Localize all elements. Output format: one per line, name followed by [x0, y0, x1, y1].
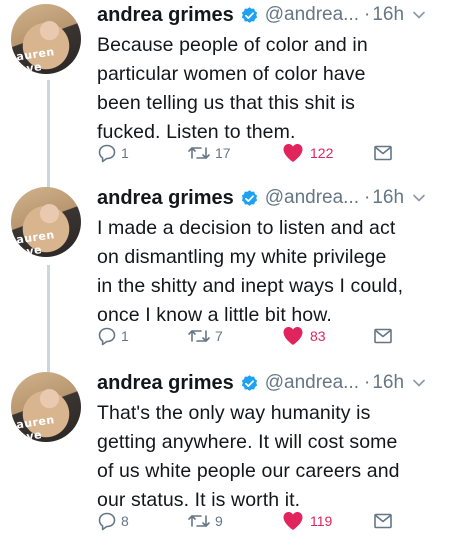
- reply-icon: [98, 144, 116, 163]
- tweet[interactable]: auren uve andrea grimes @andrea... · 16h…: [0, 0, 462, 184]
- like-button[interactable]: 119: [282, 510, 332, 532]
- tweet-timestamp[interactable]: 16h: [372, 187, 404, 209]
- like-button[interactable]: 83: [282, 325, 326, 347]
- direct-message-button[interactable]: [373, 142, 393, 164]
- reply-count: 8: [121, 513, 129, 529]
- reply-button[interactable]: 8: [97, 510, 129, 532]
- avatar-shirt-text: auren uve: [15, 228, 56, 257]
- author-name[interactable]: andrea grimes: [97, 372, 234, 395]
- direct-message-button[interactable]: [373, 325, 393, 347]
- tweet-text: That's the only way humanity is getting …: [97, 402, 400, 511]
- verified-badge-icon: [241, 6, 257, 23]
- separator-dot: ·: [364, 4, 371, 25]
- avatar-shirt-text: auren uve: [15, 413, 56, 442]
- chevron-down-icon[interactable]: [412, 376, 426, 390]
- avatar[interactable]: auren uve: [11, 187, 81, 257]
- verified-badge-icon: [241, 189, 257, 206]
- like-count: 83: [310, 328, 326, 344]
- reply-button[interactable]: 1: [97, 142, 129, 164]
- tweet-header: andrea grimes @andrea... · 16h: [97, 368, 426, 398]
- direct-message-button[interactable]: [373, 510, 393, 532]
- reply-button[interactable]: 1: [97, 325, 129, 347]
- tweet-text: I made a decision to listen and act on d…: [97, 217, 404, 326]
- retweet-button[interactable]: 17: [187, 142, 231, 164]
- reply-icon: [98, 327, 116, 346]
- heart-icon: [283, 512, 303, 530]
- separator-dot: ·: [364, 372, 371, 393]
- direct-message-icon: [374, 513, 392, 529]
- retweet-icon: [188, 330, 210, 342]
- retweet-button[interactable]: 7: [187, 325, 223, 347]
- direct-message-icon: [374, 328, 392, 344]
- retweet-button[interactable]: 9: [187, 510, 223, 532]
- tweet-header: andrea grimes @andrea... · 16h: [97, 0, 426, 30]
- separator-dot: ·: [364, 187, 371, 208]
- tweet[interactable]: auren uve andrea grimes @andrea... · 16h…: [0, 368, 462, 552]
- retweet-count: 17: [215, 145, 231, 161]
- avatar[interactable]: auren uve: [11, 4, 81, 74]
- reply-count: 1: [121, 145, 129, 161]
- tweet-timestamp[interactable]: 16h: [372, 4, 404, 26]
- heart-icon: [283, 327, 303, 345]
- chevron-down-icon[interactable]: [412, 8, 426, 22]
- author-name[interactable]: andrea grimes: [97, 4, 234, 27]
- like-count: 119: [310, 513, 333, 529]
- tweet-text: Because people of color and in particula…: [97, 34, 368, 143]
- verified-badge-icon: [241, 374, 257, 391]
- retweet-count: 9: [215, 513, 223, 529]
- retweet-count: 7: [215, 328, 223, 344]
- heart-icon: [283, 144, 303, 162]
- avatar-shirt-text: auren uve: [15, 45, 56, 74]
- author-name[interactable]: andrea grimes: [97, 187, 234, 210]
- like-button[interactable]: 122: [282, 142, 333, 164]
- tweet-actions: 1 17 122: [97, 142, 397, 164]
- author-handle[interactable]: @andrea...: [265, 187, 359, 209]
- avatar[interactable]: auren uve: [11, 372, 81, 442]
- reply-count: 1: [121, 328, 129, 344]
- direct-message-icon: [374, 145, 392, 161]
- like-count: 122: [310, 145, 334, 161]
- author-handle[interactable]: @andrea...: [265, 4, 359, 26]
- tweet-header: andrea grimes @andrea... · 16h: [97, 183, 426, 213]
- retweet-icon: [188, 515, 210, 527]
- reply-icon: [98, 512, 116, 531]
- author-handle[interactable]: @andrea...: [265, 372, 359, 394]
- tweet[interactable]: auren uve andrea grimes @andrea... · 16h…: [0, 183, 462, 367]
- chevron-down-icon[interactable]: [412, 191, 426, 205]
- tweet-actions: 8 9 119: [97, 510, 397, 532]
- retweet-icon: [188, 147, 210, 159]
- tweet-timestamp[interactable]: 16h: [372, 372, 404, 394]
- tweet-actions: 1 7 83: [97, 325, 397, 347]
